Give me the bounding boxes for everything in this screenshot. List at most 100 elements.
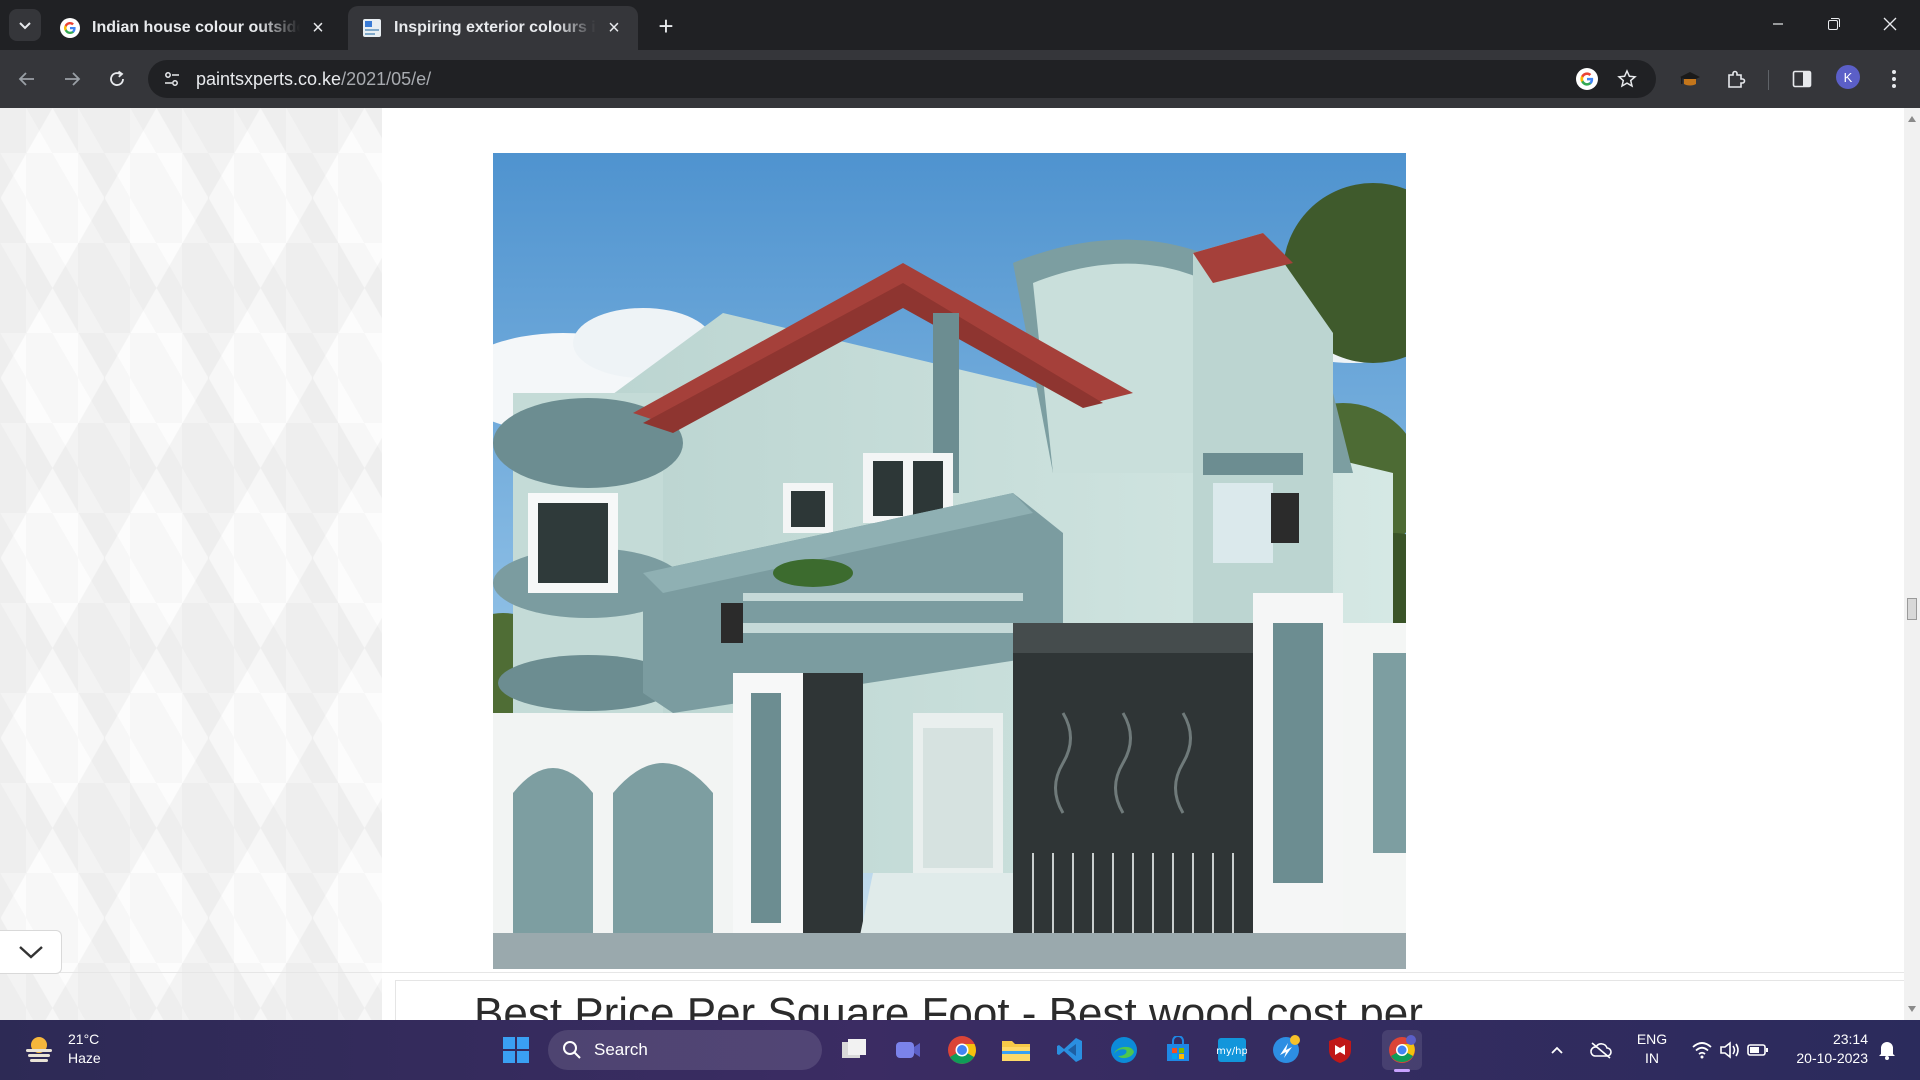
microsoft-store-icon (1167, 1036, 1189, 1061)
decorative-side-pattern (0, 108, 382, 1020)
haze-weather-icon (26, 1037, 52, 1062)
myhp-button[interactable]: my/hp (1212, 1030, 1252, 1070)
mcafee-icon (1329, 1037, 1351, 1063)
new-tab-button[interactable]: + (652, 11, 680, 41)
collapse-toggle-button[interactable] (0, 930, 62, 974)
bookmark-button[interactable] (1611, 63, 1643, 95)
side-panel-button[interactable] (1786, 63, 1818, 95)
forward-button[interactable] (56, 63, 88, 95)
file-explorer-button[interactable] (996, 1030, 1036, 1070)
language-indicator[interactable]: ENG IN (1628, 1030, 1676, 1068)
site-favicon-icon (362, 18, 382, 38)
weather-widget[interactable]: 21°C Haze (22, 1030, 101, 1068)
search-icon (563, 1041, 581, 1059)
close-icon[interactable]: × (604, 17, 624, 39)
page-viewport: Best Price Per Square Foot - Best wood c… (0, 108, 1904, 1020)
myhp-icon: my/hp (1217, 1038, 1247, 1062)
address-bar[interactable]: paintsxperts.co.ke/2021/05/e/ (148, 60, 1656, 98)
task-view-button[interactable] (834, 1030, 874, 1070)
chrome-button[interactable] (942, 1030, 982, 1070)
close-window-button[interactable] (1862, 0, 1918, 48)
battery-icon (1747, 1044, 1768, 1056)
language-line1: ENG (1636, 1031, 1668, 1047)
teams-meet-button[interactable] (888, 1030, 928, 1070)
file-explorer-icon (1002, 1041, 1030, 1061)
running-indicator (1394, 1069, 1410, 1072)
google-lens-button[interactable] (1571, 63, 1603, 95)
vscode-icon (1057, 1038, 1082, 1062)
url-path: /2021/05/e/ (341, 68, 432, 89)
site-info-button[interactable] (156, 63, 188, 95)
page-scrollbar[interactable] (1904, 108, 1920, 1020)
menu-button[interactable] (1878, 63, 1910, 95)
url-text: paintsxperts.co.ke/2021/05/e/ (196, 69, 431, 90)
hp-support-icon (1273, 1035, 1300, 1063)
close-icon (1883, 17, 1897, 31)
restore-icon (1828, 18, 1840, 30)
article-panel: Best Price Per Square Foot - Best wood c… (395, 980, 1904, 1020)
close-icon[interactable]: × (308, 17, 328, 39)
chrome-profile-icon (1389, 1035, 1416, 1063)
minimize-button[interactable] (1750, 0, 1806, 48)
chevron-up-icon (1551, 1046, 1563, 1054)
microsoft-store-button[interactable] (1158, 1030, 1198, 1070)
reload-icon (110, 70, 124, 86)
quick-settings-button[interactable] (1680, 1030, 1780, 1070)
language-line2: IN (1645, 1050, 1659, 1066)
tab-inspiring-exterior-colours[interactable]: Inspiring exterior colours ideas × (348, 6, 638, 50)
tune-icon (165, 72, 179, 86)
content-divider (0, 972, 1904, 973)
onedrive-status[interactable] (1584, 1030, 1618, 1070)
more-vert-icon (1892, 70, 1896, 88)
mcafee-button[interactable] (1320, 1030, 1360, 1070)
google-g-icon (1576, 68, 1598, 90)
side-panel-icon (1792, 70, 1812, 88)
windows-start-icon (503, 1037, 529, 1063)
chevron-down-icon (18, 946, 43, 959)
vscode-button[interactable] (1050, 1030, 1090, 1070)
cloud-off-icon (1590, 1042, 1612, 1059)
puzzle-icon (1728, 70, 1746, 88)
reload-button[interactable] (101, 63, 133, 95)
tab-strip: Indian house colour outside co × Inspiri… (0, 0, 1920, 50)
hp-support-button[interactable] (1266, 1030, 1306, 1070)
back-button[interactable] (11, 63, 43, 95)
tab-title: Inspiring exterior colours ideas (394, 19, 596, 36)
teams-meet-icon (896, 1042, 920, 1058)
tab-title: Indian house colour outside co (92, 19, 300, 36)
star-icon (1617, 69, 1637, 88)
notifications-button[interactable] (1872, 1030, 1902, 1070)
task-view-icon (842, 1039, 866, 1058)
weather-temp: 21°C (68, 1031, 100, 1047)
clock-date: 20-10-2023 (1796, 1050, 1868, 1066)
arrow-right-icon (65, 72, 81, 86)
bell-icon (1879, 1042, 1895, 1060)
show-hidden-icons-button[interactable] (1542, 1030, 1572, 1070)
extension-button[interactable] (1674, 63, 1706, 95)
wifi-icon (1692, 1042, 1712, 1059)
weather-condition: Haze (68, 1050, 101, 1066)
chrome-profile-button[interactable] (1382, 1030, 1422, 1072)
scrollbar-thumb[interactable] (1907, 598, 1917, 620)
chrome-icon (948, 1036, 976, 1064)
profile-avatar[interactable]: K (1836, 65, 1860, 89)
tab-indian-house-colour[interactable]: Indian house colour outside co × (46, 6, 342, 50)
article-heading: Best Price Per Square Foot - Best wood c… (474, 989, 1423, 1020)
tab-search-button[interactable] (9, 9, 41, 41)
start-button[interactable] (496, 1030, 536, 1070)
clock-time: 23:14 (1832, 1031, 1868, 1047)
scroll-down-arrow[interactable] (1908, 1006, 1916, 1012)
restore-button[interactable] (1806, 0, 1862, 48)
taskbar-search[interactable]: Search (548, 1030, 822, 1070)
clock[interactable]: 23:14 20-10-2023 (1784, 1030, 1868, 1068)
browser-toolbar: paintsxperts.co.ke/2021/05/e/ (0, 50, 1920, 108)
hero-house-image (493, 153, 1406, 969)
chevron-down-icon (19, 22, 31, 30)
url-domain: paintsxperts.co.ke (196, 68, 342, 89)
house-illustration (493, 153, 1406, 969)
windows-taskbar: 21°C Haze Search my/hp ENG IN 23:14 20-1… (0, 1020, 1920, 1080)
graduation-cap-icon (1680, 72, 1700, 86)
edge-button[interactable] (1104, 1030, 1144, 1070)
scroll-up-arrow[interactable] (1908, 116, 1916, 122)
extensions-button[interactable] (1720, 63, 1752, 95)
